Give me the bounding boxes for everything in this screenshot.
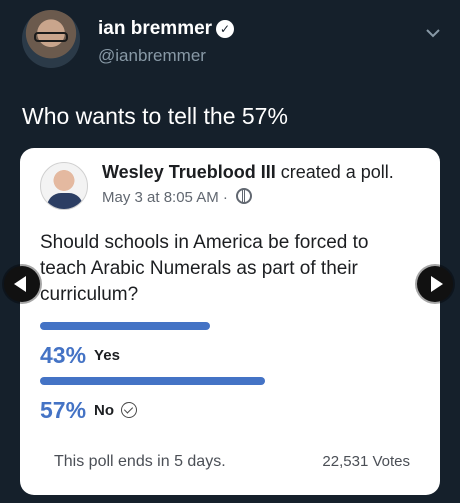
poster-avatar bbox=[40, 162, 88, 210]
globe-icon bbox=[236, 188, 253, 204]
previous-arrow-icon[interactable] bbox=[4, 266, 40, 302]
author-avatar[interactable] bbox=[22, 10, 80, 68]
meta-separator: · bbox=[222, 189, 228, 206]
poll-option-no: 57% No bbox=[40, 377, 420, 425]
tweet-text: Who wants to tell the 57% bbox=[22, 103, 288, 129]
option-percent: 43% bbox=[40, 341, 87, 368]
option-percent: 57% bbox=[40, 396, 87, 423]
option-label: No bbox=[94, 401, 115, 419]
option-label: Yes bbox=[94, 346, 120, 364]
poll-screenshot-card: Wesley Trueblood III created a poll. May… bbox=[20, 148, 440, 495]
poster-name: Wesley Trueblood III bbox=[102, 162, 276, 182]
check-circle-icon bbox=[121, 402, 138, 418]
author-display-name[interactable]: ian bremmer ✓ bbox=[98, 18, 235, 40]
tweet-header: ian bremmer ✓ @ianbremmer bbox=[22, 10, 442, 72]
post-meta: May 3 at 8:05 AM · bbox=[102, 188, 253, 206]
author-handle[interactable]: @ianbremmer bbox=[98, 46, 206, 66]
poster-line: Wesley Trueblood III created a poll. bbox=[102, 162, 394, 183]
chevron-down-icon[interactable] bbox=[424, 24, 442, 42]
poll-ends-text: This poll ends in 5 days. bbox=[54, 453, 226, 470]
poll-option-bar bbox=[40, 377, 265, 385]
poll-votes-count: 22,531 Votes bbox=[322, 453, 410, 470]
verified-badge-icon: ✓ bbox=[216, 20, 235, 38]
poll-option-yes: 43% Yes bbox=[40, 322, 420, 370]
poll-question: Should schools in America be forced to t… bbox=[40, 232, 369, 305]
next-arrow-icon[interactable] bbox=[417, 266, 453, 302]
post-timestamp: May 3 at 8:05 AM bbox=[102, 189, 219, 206]
author-name[interactable]: ian bremmer bbox=[98, 18, 212, 39]
poster-action: created a poll. bbox=[280, 162, 394, 182]
poll-option-bar bbox=[40, 322, 210, 330]
